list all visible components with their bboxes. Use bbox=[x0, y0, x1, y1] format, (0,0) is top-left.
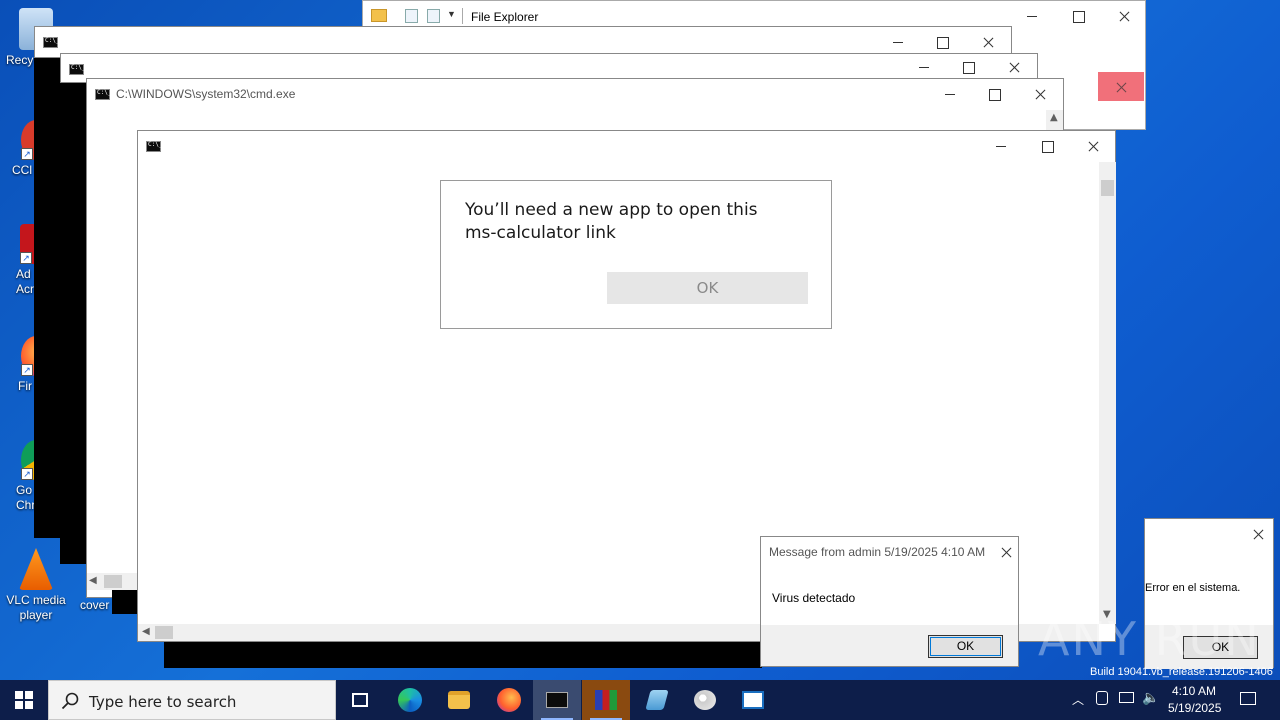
shortcut-arrow-icon: ↗ bbox=[21, 364, 33, 376]
notepad-icon bbox=[645, 690, 669, 710]
scroll-left-arrow-icon[interactable]: ◀ bbox=[89, 575, 97, 586]
maximize-button[interactable] bbox=[1024, 131, 1070, 161]
notifications-icon[interactable] bbox=[1240, 692, 1256, 705]
scrollbar-thumb[interactable] bbox=[104, 575, 122, 588]
titlebar-separator bbox=[462, 8, 463, 24]
open-with-app-dialog[interactable]: You’ll need a new app to open this ms-ca… bbox=[440, 180, 832, 329]
clock-time[interactable]: 4:10 AM bbox=[1172, 684, 1216, 698]
volume-icon[interactable]: 🔈 bbox=[1142, 690, 1159, 706]
task-view-icon bbox=[352, 693, 368, 707]
taskbar-firefox[interactable] bbox=[485, 680, 533, 720]
edge-icon bbox=[398, 688, 422, 712]
build-text: Build 19041.vb_release.191206-1406 bbox=[1090, 666, 1273, 678]
maximize-button[interactable] bbox=[971, 79, 1017, 109]
cmd-icon bbox=[69, 64, 85, 75]
shortcut-arrow-icon: ↗ bbox=[21, 148, 33, 160]
quick-access-properties-icon[interactable] bbox=[405, 9, 418, 23]
shortcut-arrow-icon: ↗ bbox=[20, 252, 32, 264]
search-placeholder: Type here to search bbox=[89, 693, 237, 711]
close-button[interactable] bbox=[983, 537, 1019, 567]
folder-icon bbox=[371, 9, 387, 22]
taskbar-paint[interactable] bbox=[681, 680, 729, 720]
shortcut-arrow-icon: ↗ bbox=[21, 468, 33, 480]
network-icon[interactable] bbox=[1119, 692, 1134, 703]
minimize-button[interactable] bbox=[978, 131, 1024, 161]
close-button[interactable] bbox=[1101, 1, 1147, 31]
close-button[interactable] bbox=[1017, 79, 1063, 109]
file-explorer-icon bbox=[448, 691, 470, 709]
firefox-icon bbox=[497, 688, 521, 712]
window-title: C:\WINDOWS\system32\cmd.exe bbox=[116, 87, 296, 101]
show-hidden-icons-chevron-icon[interactable]: ︿ bbox=[1072, 691, 1084, 708]
message-dialog[interactable]: Message from admin 5/19/2025 4:10 AM Vir… bbox=[760, 536, 1019, 667]
close-button[interactable] bbox=[1070, 131, 1116, 161]
vertical-scrollbar[interactable]: ▼ bbox=[1099, 162, 1116, 624]
taskbar-wordpad[interactable] bbox=[729, 680, 777, 720]
taskbar-edge[interactable] bbox=[386, 680, 434, 720]
minimize-button[interactable] bbox=[1009, 1, 1055, 31]
close-icon bbox=[1098, 72, 1144, 102]
watermark: ANY RUN bbox=[1038, 612, 1261, 666]
minimize-button[interactable] bbox=[927, 79, 973, 109]
close-button-highlight[interactable] bbox=[1098, 72, 1144, 101]
scrollbar-thumb[interactable] bbox=[155, 626, 173, 639]
search-box[interactable]: Type here to search bbox=[48, 680, 336, 720]
cmd-titlebar[interactable]: C:\WINDOWS\system32\cmd.exe bbox=[87, 79, 1063, 110]
taskbar: Type here to search ︿ 🔈 4:10 AM 5/19/202… bbox=[0, 680, 1280, 720]
taskbar-winrar[interactable] bbox=[582, 680, 630, 720]
vertical-scrollbar[interactable]: ▲ bbox=[1046, 110, 1063, 130]
desktop-icon-label: VLC media player bbox=[6, 593, 66, 622]
cmd-icon bbox=[546, 692, 568, 708]
network-activity-icon[interactable] bbox=[1096, 691, 1108, 705]
dialog-message: You’ll need a new app to open this ms-ca… bbox=[465, 200, 758, 243]
window-title: File Explorer bbox=[471, 10, 539, 24]
cmd-icon bbox=[95, 89, 111, 100]
vlc-cone-icon bbox=[19, 548, 53, 590]
cmd-icon bbox=[146, 141, 162, 152]
taskbar-notepad[interactable] bbox=[632, 680, 680, 720]
winrar-icon bbox=[595, 690, 617, 710]
windows-logo-icon bbox=[15, 691, 33, 709]
chevron-down-icon[interactable]: ▼ bbox=[447, 9, 456, 19]
error-message: Error en el sistema. bbox=[1145, 582, 1241, 594]
maximize-button[interactable] bbox=[1055, 1, 1101, 31]
console-strip bbox=[112, 590, 138, 614]
clock-date[interactable]: 5/19/2025 bbox=[1168, 701, 1221, 715]
taskbar-cmd[interactable] bbox=[533, 680, 581, 720]
scroll-left-arrow-icon[interactable]: ◀ bbox=[142, 626, 150, 637]
taskbar-file-explorer[interactable] bbox=[435, 680, 483, 720]
scrollbar-thumb[interactable] bbox=[1101, 180, 1114, 196]
cmd-icon bbox=[43, 37, 59, 48]
ok-button[interactable]: OK bbox=[607, 272, 808, 304]
wordpad-icon bbox=[742, 691, 764, 709]
console-bottom-strip bbox=[164, 642, 762, 668]
quick-access-new-folder-icon[interactable] bbox=[427, 9, 440, 23]
close-button[interactable] bbox=[1235, 519, 1279, 549]
message-title: Message from admin 5/19/2025 4:10 AM bbox=[769, 545, 986, 559]
message-text: Virus detectado bbox=[772, 591, 856, 605]
paint-icon bbox=[694, 690, 716, 710]
search-icon bbox=[61, 692, 79, 710]
desktop-icon-cover-label[interactable]: cover bbox=[80, 598, 109, 612]
scroll-up-arrow-icon[interactable]: ▲ bbox=[1050, 112, 1058, 123]
start-button[interactable] bbox=[0, 680, 48, 720]
ok-button[interactable]: OK bbox=[928, 635, 1003, 658]
task-view-button[interactable] bbox=[336, 680, 384, 720]
cmd-titlebar[interactable] bbox=[138, 131, 1115, 162]
